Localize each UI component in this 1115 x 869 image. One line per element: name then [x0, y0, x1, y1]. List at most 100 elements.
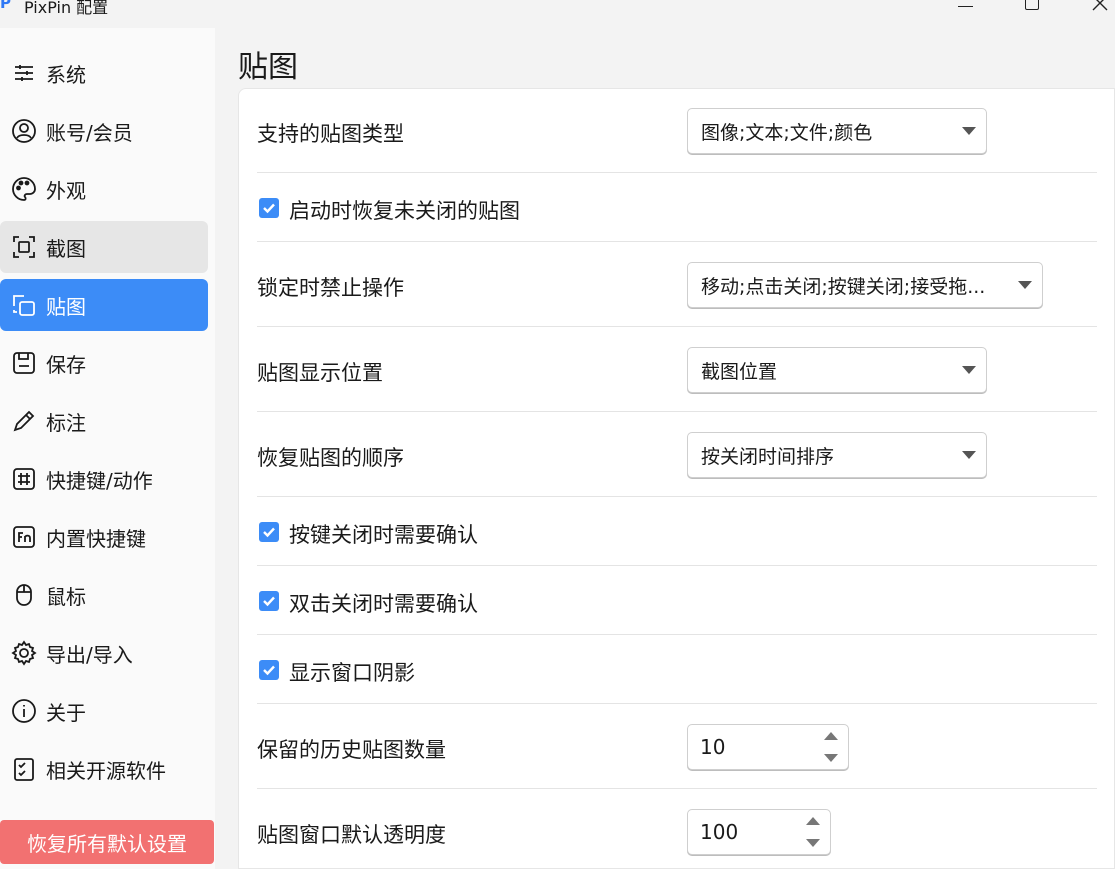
setting-window-shadow: 显示窗口阴影: [257, 635, 1097, 704]
sidebar-item-label: 系统: [46, 62, 86, 87]
setting-label: 贴图窗口默认透明度: [257, 823, 446, 847]
close-icon: [1092, 0, 1108, 11]
minimize-button[interactable]: [935, 0, 995, 28]
confirm-key-close-checkbox[interactable]: [259, 522, 279, 542]
setting-confirm-dblclick-close: 双击关闭时需要确认: [257, 566, 1097, 635]
sidebar-item-system[interactable]: 系统: [0, 47, 208, 99]
sidebar-item-label: 快捷键/动作: [46, 468, 153, 493]
select-value: 移动;点击关闭;按键关闭;接受拖...: [701, 276, 986, 298]
sidebar-item-mouse[interactable]: 鼠标: [0, 569, 208, 621]
sidebar-item-label: 导出/导入: [46, 642, 133, 667]
palette-icon: [10, 175, 38, 203]
sidebar-item-builtin-shortcuts[interactable]: 内置快捷键: [0, 511, 208, 563]
setting-history-count: 保留的历史贴图数量 10: [257, 704, 1097, 789]
restore-order-select[interactable]: 按关闭时间排序: [687, 432, 987, 478]
reset-defaults-button[interactable]: 恢复所有默认设置: [0, 820, 214, 864]
pin-types-select[interactable]: 图像;文本;文件;颜色: [687, 108, 987, 154]
stepper-up-icon[interactable]: [824, 732, 838, 740]
stepper-down-icon[interactable]: [824, 754, 838, 762]
setting-display-position: 贴图显示位置 截图位置: [257, 327, 1097, 412]
sidebar-item-annotate[interactable]: 标注: [0, 395, 208, 447]
setting-label: 显示窗口阴影: [289, 661, 415, 685]
setting-default-opacity: 贴图窗口默认透明度 100: [257, 789, 1097, 869]
history-count-stepper[interactable]: 10: [687, 724, 849, 770]
sidebar-item-label: 保存: [46, 352, 86, 377]
default-opacity-stepper[interactable]: 100: [687, 809, 831, 855]
window-title: PixPin 配置: [24, 0, 109, 17]
info-icon: [10, 697, 38, 725]
sidebar-item-label: 外观: [46, 178, 86, 203]
pencil-icon: [10, 407, 38, 435]
setting-lock-disable: 锁定时禁止操作 移动;点击关闭;按键关闭;接受拖...: [257, 242, 1097, 327]
setting-pin-types: 支持的贴图类型 图像;文本;文件;颜色: [257, 89, 1097, 173]
maximize-button[interactable]: [1002, 0, 1062, 28]
page-title: 贴图: [238, 50, 298, 85]
select-value: 按关闭时间排序: [701, 446, 835, 468]
settings-panel: 支持的贴图类型 图像;文本;文件;颜色 启动时恢复未关闭的贴图 锁定时禁止操作 …: [238, 88, 1115, 869]
mouse-icon: [10, 581, 38, 609]
sidebar-item-open-source[interactable]: 相关开源软件: [0, 743, 208, 795]
sidebar-item-label: 相关开源软件: [46, 758, 166, 783]
sidebar-item-account[interactable]: 账号/会员: [0, 105, 208, 157]
maximize-icon: [1025, 0, 1039, 10]
stepper-up-icon[interactable]: [806, 817, 820, 825]
sidebar-item-about[interactable]: 关于: [0, 685, 208, 737]
sidebar: 系统 账号/会员 外观 截图 贴图 保存 标注 快捷键/动作 内置快捷键 鼠标 …: [0, 28, 215, 869]
setting-label: 按键关闭时需要确认: [289, 523, 478, 547]
sidebar-item-label: 账号/会员: [46, 120, 133, 145]
checkmark-icon: [263, 665, 275, 676]
sidebar-item-label: 内置快捷键: [46, 526, 146, 551]
sidebar-item-export-import[interactable]: 导出/导入: [0, 627, 208, 679]
setting-label: 启动时恢复未关闭的贴图: [289, 199, 520, 223]
sidebar-item-appearance[interactable]: 外观: [0, 163, 208, 215]
restore-on-start-checkbox[interactable]: [259, 198, 279, 218]
stepper-value: 100: [700, 820, 739, 844]
setting-label: 支持的贴图类型: [257, 122, 404, 146]
setting-label: 贴图显示位置: [257, 361, 383, 385]
sidebar-item-label: 贴图: [46, 294, 86, 319]
sliders-icon: [10, 59, 38, 87]
stepper-down-icon[interactable]: [806, 839, 820, 847]
confirm-dblclick-close-checkbox[interactable]: [259, 591, 279, 611]
sidebar-item-save[interactable]: 保存: [0, 337, 208, 389]
sidebar-item-pin[interactable]: 贴图: [0, 279, 208, 331]
window-shadow-checkbox[interactable]: [259, 660, 279, 680]
gear-icon: [10, 639, 38, 667]
app-logo-icon: P: [0, 0, 11, 12]
setting-restore-on-start: 启动时恢复未关闭的贴图: [257, 173, 1097, 242]
sidebar-item-label: 关于: [46, 700, 86, 725]
user-circle-icon: [10, 117, 38, 145]
sidebar-item-label: 鼠标: [46, 584, 86, 609]
hash-icon: [10, 465, 38, 493]
sidebar-item-screenshot[interactable]: 截图: [0, 221, 208, 273]
setting-restore-order: 恢复贴图的顺序 按关闭时间排序: [257, 412, 1097, 497]
title-bar: P PixPin 配置: [0, 0, 1115, 28]
sidebar-item-shortcuts[interactable]: 快捷键/动作: [0, 453, 208, 505]
setting-label: 锁定时禁止操作: [257, 276, 404, 300]
display-position-select[interactable]: 截图位置: [687, 347, 987, 393]
chevron-down-icon: [962, 127, 976, 135]
lock-disable-select[interactable]: 移动;点击关闭;按键关闭;接受拖...: [687, 262, 1043, 308]
sidebar-item-label: 标注: [46, 410, 86, 435]
checkmark-icon: [263, 596, 275, 607]
chevron-down-icon: [962, 451, 976, 459]
save-icon: [10, 349, 38, 377]
screenshot-frame-icon: [10, 233, 38, 261]
setting-label: 双击关闭时需要确认: [289, 592, 478, 616]
chevron-down-icon: [1018, 281, 1032, 289]
setting-label: 保留的历史贴图数量: [257, 738, 446, 762]
setting-confirm-key-close: 按键关闭时需要确认: [257, 497, 1097, 566]
checkmark-icon: [263, 203, 275, 214]
minimize-icon: [957, 6, 973, 7]
pin-copy-icon: [10, 291, 38, 319]
chevron-down-icon: [962, 366, 976, 374]
close-button[interactable]: [1070, 0, 1115, 28]
select-value: 图像;文本;文件;颜色: [701, 122, 873, 144]
checklist-icon: [10, 755, 38, 783]
stepper-value: 10: [700, 735, 726, 759]
setting-label: 恢复贴图的顺序: [257, 446, 404, 470]
checkmark-icon: [263, 527, 275, 538]
select-value: 截图位置: [701, 361, 778, 383]
sidebar-item-label: 截图: [46, 236, 86, 261]
fn-key-icon: [10, 523, 38, 551]
